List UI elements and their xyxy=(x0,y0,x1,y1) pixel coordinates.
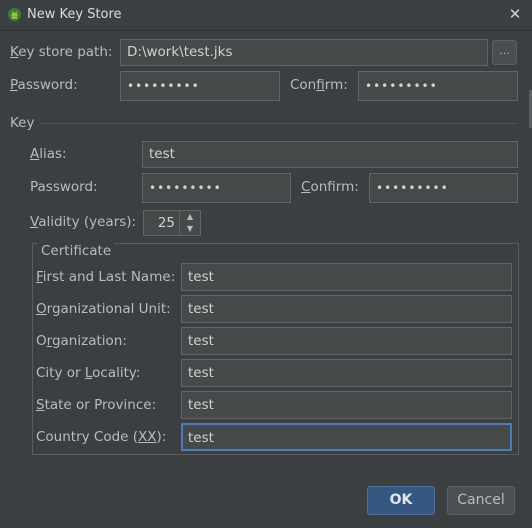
close-icon[interactable]: ✕ xyxy=(505,4,525,24)
organizational-unit-label: Organizational Unit: xyxy=(36,301,171,317)
alias-label: Alias: xyxy=(30,146,67,162)
validity-label-text: alidity (years): xyxy=(38,214,137,230)
first-last-name-label: First and Last Name: xyxy=(36,269,175,285)
mnemonic-first-f: F xyxy=(36,269,43,285)
validity-spinner-input[interactable]: 25 xyxy=(143,210,180,236)
keystore-path-label: Key store path: xyxy=(10,44,112,60)
organization-label-post: ganization: xyxy=(51,333,127,349)
organization-input[interactable]: test xyxy=(181,327,512,355)
keystore-password-label: Password: xyxy=(10,77,78,93)
first-last-name-input[interactable]: test xyxy=(181,263,512,291)
keystore-confirm-label-pre: Con xyxy=(290,77,317,93)
mnemonic-f: f xyxy=(316,77,325,93)
country-code-label: Country Code (XX): xyxy=(36,429,166,445)
key-password-label: Password: xyxy=(30,179,98,195)
keystore-confirm-label-post: irm: xyxy=(324,77,348,93)
validity-spinner-buttons: ▲ ▼ xyxy=(180,210,201,236)
city-locality-label-post: ocality: xyxy=(92,365,141,381)
country-code-input[interactable]: test xyxy=(181,423,512,451)
mnemonic-k: K xyxy=(10,44,19,60)
mnemonic-p: P xyxy=(10,77,18,93)
organizational-unit-label-text: rganizational Unit: xyxy=(46,301,171,317)
title-bar: New Key Store ✕ xyxy=(0,0,532,31)
browse-button[interactable]: ... xyxy=(492,40,517,65)
mnemonic-s: S xyxy=(36,397,45,413)
organizational-unit-input[interactable]: test xyxy=(181,295,512,323)
mnemonic-o: O xyxy=(36,301,47,317)
key-confirm-label: Confirm: xyxy=(301,179,359,195)
android-studio-icon xyxy=(7,7,22,22)
ok-button[interactable]: OK xyxy=(367,486,435,515)
country-code-label-post: ): xyxy=(156,429,167,445)
validity-label: Validity (years): xyxy=(30,214,136,230)
spinner-up-icon[interactable]: ▲ xyxy=(180,211,200,223)
city-locality-label: City or Locality: xyxy=(36,365,140,381)
state-province-input[interactable]: test xyxy=(181,391,512,419)
organization-label: Organization: xyxy=(36,333,127,349)
cancel-button[interactable]: Cancel xyxy=(447,486,515,515)
city-locality-input[interactable]: test xyxy=(181,359,512,387)
key-section-label: Key xyxy=(10,115,35,131)
mnemonic-a: A xyxy=(30,146,40,162)
window-title: New Key Store xyxy=(27,7,122,22)
keystore-confirm-input[interactable]: ••••••••• xyxy=(358,71,518,101)
keystore-path-label-text: ey store path: xyxy=(18,44,113,60)
mnemonic-x: XX xyxy=(138,429,157,445)
keystore-password-input[interactable]: ••••••••• xyxy=(120,71,280,101)
keystore-path-input[interactable]: D:\work\test.jks xyxy=(120,39,488,66)
key-password-input[interactable]: ••••••••• xyxy=(142,173,291,203)
organization-label-pre: O xyxy=(36,333,47,349)
key-section-divider xyxy=(40,123,518,124)
spinner-down-icon[interactable]: ▼ xyxy=(180,223,200,235)
alias-label-text: lias: xyxy=(39,146,67,162)
keystore-confirm-label: Confirm: xyxy=(290,77,348,93)
mnemonic-v: V xyxy=(30,214,39,230)
country-code-label-pre: Country Code ( xyxy=(36,429,139,445)
key-confirm-label-text: onfirm: xyxy=(310,179,359,195)
alias-input[interactable]: test xyxy=(142,141,518,168)
city-locality-label-pre: City or xyxy=(36,365,85,381)
key-confirm-input[interactable]: ••••••••• xyxy=(369,173,518,203)
state-province-label-text: tate or Province: xyxy=(44,397,157,413)
keystore-password-label-text: assword: xyxy=(17,77,78,93)
first-last-name-label-text: irst and Last Name: xyxy=(42,269,176,285)
certificate-group-title: Certificate xyxy=(38,243,115,259)
state-province-label: State or Province: xyxy=(36,397,156,413)
